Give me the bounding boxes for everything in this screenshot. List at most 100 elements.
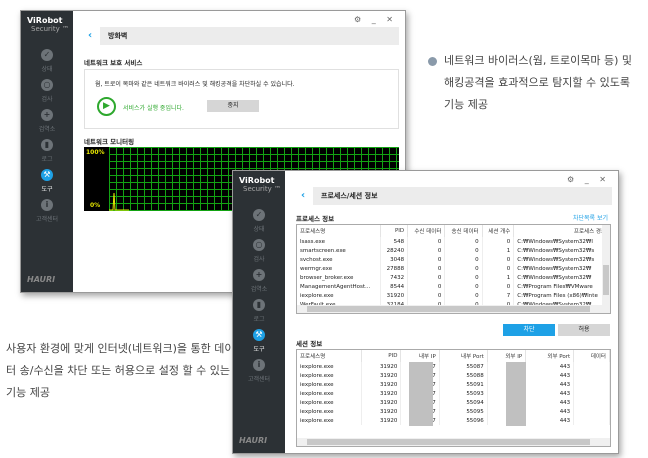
table-row[interactable]: svchost.exe 3048 0 0 0 C:₩Windows₩System32₩s: [297, 255, 610, 264]
sidebar-item-3[interactable]: ▮ 로그: [21, 139, 73, 163]
table-cell: iexplore.exe: [297, 362, 362, 371]
table-cell: iexplore.exe: [297, 389, 362, 398]
sidebar-item-1[interactable]: ○ 검사: [21, 79, 73, 103]
column-header[interactable]: 세션 개수: [482, 225, 515, 237]
table-cell: 31920: [361, 362, 402, 371]
table-cell: 443: [525, 371, 575, 380]
column-header[interactable]: 프로세스명: [297, 225, 382, 237]
table-cell: 0: [444, 282, 483, 291]
window-controls[interactable]: ⚙ _ ✕: [567, 175, 610, 184]
vertical-scrollbar[interactable]: [602, 225, 610, 305]
vendor-logo: HAURI: [27, 275, 56, 284]
table-cell: 0: [482, 282, 515, 291]
table-cell: iexplore.exe: [297, 380, 362, 389]
column-header[interactable]: 송신 데이터: [444, 225, 483, 237]
nav-label: 상태: [253, 226, 265, 233]
window-controls[interactable]: ⚙ _ ✕: [354, 15, 397, 24]
block-button[interactable]: 차단: [503, 324, 555, 336]
back-button[interactable]: ‹: [293, 187, 313, 205]
stop-button[interactable]: 중지: [207, 100, 259, 112]
table-cell: 31920: [361, 407, 402, 416]
table-cell: 443: [525, 407, 575, 416]
table-cell: [573, 398, 610, 407]
table-row[interactable]: iexplore.exe3192017550941443: [297, 398, 610, 407]
table-cell: 31920: [361, 371, 402, 380]
table-row[interactable]: iexplore.exe3192017550881443: [297, 371, 610, 380]
nav-label: 도구: [253, 346, 265, 353]
table-cell: [573, 362, 610, 371]
table-cell: 0: [482, 264, 515, 273]
sidebar-item-2[interactable]: + 검역소: [21, 109, 73, 133]
column-header[interactable]: 내부 IP: [400, 350, 440, 362]
redacted-external-ip: [506, 362, 526, 426]
column-header[interactable]: 수신 데이터: [407, 225, 446, 237]
table-cell: 55088: [439, 371, 488, 380]
page-title: 방화벽: [108, 32, 128, 40]
sidebar-item-0[interactable]: ✓ 상태: [233, 209, 285, 233]
table-row[interactable]: wermgr.exe 27888 0 0 0 C:₩Windows₩System32₩: [297, 264, 610, 273]
back-button[interactable]: ‹: [80, 27, 100, 45]
table-cell: C:₩Windows₩System32₩s: [513, 246, 610, 255]
table-row[interactable]: iexplore.exe 31920 0 0 7 C:₩Program Files (x8…: [297, 291, 610, 300]
nav-label: 도구: [41, 186, 53, 193]
column-header[interactable]: 외부 IP: [487, 350, 527, 362]
table-cell: wermgr.exe: [297, 264, 382, 273]
sidebar-item-1[interactable]: ○ 검사: [233, 239, 285, 263]
table-cell: 8544: [380, 282, 409, 291]
table-row[interactable]: lsass.exe 548 0 0 0 C:₩Windows₩System32₩l: [297, 237, 610, 246]
table-cell: 0: [407, 291, 446, 300]
sidebar-item-4[interactable]: ⚒ 도구: [233, 329, 285, 353]
table-row[interactable]: smartscreen.exe 28240 0 0 1 C:₩Windows₩System…: [297, 246, 610, 255]
table-cell: iexplore.exe: [297, 371, 362, 380]
table-row[interactable]: browser_broker.exe 7432 0 0 1 C:₩Windows₩Syst…: [297, 273, 610, 282]
sidebar-item-5[interactable]: i 고객센터: [21, 199, 73, 223]
table-row[interactable]: iexplore.exe3192017550961443: [297, 416, 610, 425]
monitor-max-label: 100%: [86, 149, 105, 156]
table-cell: iexplore.exe: [297, 407, 362, 416]
brand-name: ViRobot: [27, 16, 63, 25]
sidebar-item-3[interactable]: ▮ 로그: [233, 299, 285, 323]
table-cell: 0: [407, 237, 446, 246]
sidebar-item-0[interactable]: ✓ 상태: [21, 49, 73, 73]
table-cell: smartscreen.exe: [297, 246, 382, 255]
column-header[interactable]: 내부 Port: [439, 350, 488, 362]
table-cell: 31920: [361, 380, 402, 389]
table-cell: ManagementAgentHost...: [297, 282, 382, 291]
sidebar-item-4[interactable]: ⚒ 도구: [21, 169, 73, 193]
service-label: 네트워크 보호 서비스: [84, 59, 143, 67]
allow-button[interactable]: 허용: [558, 324, 610, 336]
table-cell: 0: [444, 273, 483, 282]
table-cell: iexplore.exe: [297, 291, 382, 300]
nav-icon: ⚒: [41, 169, 53, 181]
nav-label: 고객센터: [35, 216, 59, 223]
table-row[interactable]: iexplore.exe3192017550911443: [297, 380, 610, 389]
column-header[interactable]: 프로세스명: [297, 350, 362, 362]
column-header[interactable]: 프로세스 경로: [513, 225, 610, 237]
table-cell: 443: [525, 380, 575, 389]
column-header[interactable]: 외부 Port: [525, 350, 575, 362]
table-cell: lsass.exe: [297, 237, 382, 246]
column-header[interactable]: 데이터: [573, 350, 610, 362]
horizontal-scrollbar[interactable]: [297, 438, 610, 446]
table-cell: 31920: [380, 291, 409, 300]
table-row[interactable]: iexplore.exe3192017550951443: [297, 407, 610, 416]
sidebar-item-5[interactable]: i 고객센터: [233, 359, 285, 383]
table-row[interactable]: iexplore.exe3192017550871443: [297, 362, 610, 371]
sidebar-item-2[interactable]: + 검역소: [233, 269, 285, 293]
table-cell: 0: [444, 291, 483, 300]
column-header[interactable]: PID: [361, 350, 402, 362]
blocklist-link[interactable]: 차단목록 보기: [573, 213, 608, 222]
horizontal-scrollbar[interactable]: [297, 305, 610, 313]
nav-label: 검역소: [38, 126, 56, 133]
table-cell: 55095: [439, 407, 488, 416]
table-cell: 55091: [439, 380, 488, 389]
table-cell: 28240: [380, 246, 409, 255]
column-header[interactable]: PID: [380, 225, 409, 237]
nav-label: 상태: [41, 66, 53, 73]
session-table: 프로세스명 PID 내부 IP 내부 Port 외부 IP 외부 Port 데이터 iexpl…: [296, 349, 611, 447]
nav-icon: ○: [41, 79, 53, 91]
table-cell: 7432: [380, 273, 409, 282]
table-row[interactable]: iexplore.exe3192017550931443: [297, 389, 610, 398]
table-row[interactable]: ManagementAgentHost... 8544 0 0 0 C:₩Program …: [297, 282, 610, 291]
page-title: 프로세스/세션 정보: [321, 192, 378, 200]
